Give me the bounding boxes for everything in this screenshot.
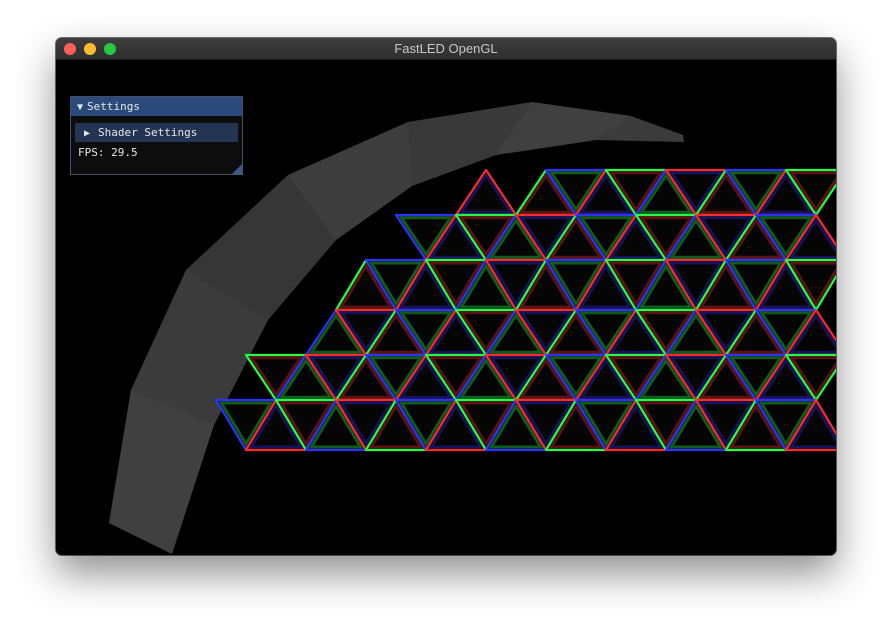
collapse-arrow-icon: ▼ — [77, 102, 84, 113]
window-title: FastLED OpenGL — [394, 41, 498, 56]
shader-settings-header[interactable]: ▶ Shader Settings — [75, 123, 238, 142]
gl-viewport[interactable]: ▼ Settings ▶ Shader Settings FPS: 29.5 — [56, 60, 836, 555]
settings-panel: ▼ Settings ▶ Shader Settings FPS: 29.5 — [70, 96, 243, 175]
settings-panel-header[interactable]: ▼ Settings — [71, 97, 242, 116]
fps-readout: FPS: 29.5 — [78, 146, 242, 159]
settings-panel-title: Settings — [87, 100, 141, 113]
led-triangle — [454, 168, 518, 217]
title-bar[interactable]: FastLED OpenGL — [56, 38, 836, 60]
expand-arrow-icon: ▶ — [84, 128, 91, 139]
resize-grip-icon[interactable] — [232, 164, 242, 174]
app-window: FastLED OpenGL ▼ Settings ▶ Shader Setting… — [56, 38, 836, 555]
fps-value: 29.5 — [111, 146, 138, 159]
shader-settings-label: Shader Settings — [98, 126, 198, 139]
fps-label: FPS: — [78, 146, 105, 159]
